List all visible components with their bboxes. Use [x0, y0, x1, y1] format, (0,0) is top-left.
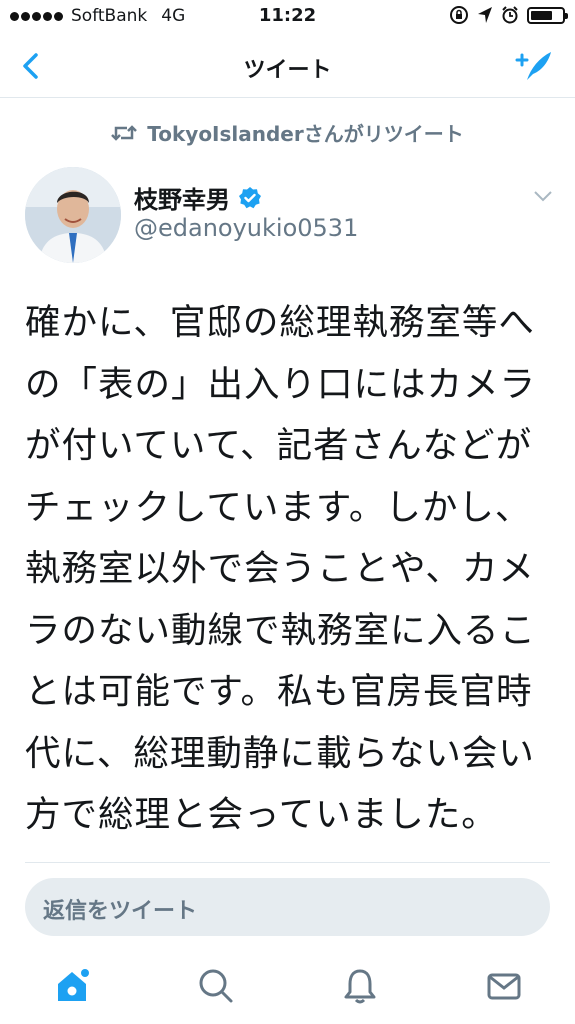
search-icon [199, 969, 233, 1003]
compose-tweet-icon [515, 52, 551, 80]
status-bar: SoftBank 4G 11:22 [0, 0, 575, 34]
tab-home[interactable] [52, 966, 92, 1006]
status-right [449, 5, 568, 25]
retweet-icon [111, 124, 138, 141]
tab-bar [0, 950, 575, 1024]
alarm-clock-icon [502, 6, 518, 24]
chevron-down-icon [534, 191, 552, 202]
battery-level-fill [531, 10, 552, 20]
retweeted-by-banner[interactable]: TokyoIslanderさんがリツイート [0, 118, 575, 147]
notifications-bell-icon [344, 969, 376, 1004]
tab-messages[interactable] [484, 966, 524, 1006]
avatar[interactable] [25, 167, 121, 263]
tab-notifications[interactable] [340, 966, 380, 1006]
retweeted-by-label: TokyoIslanderさんがリツイート [147, 122, 464, 146]
location-arrow-icon [478, 7, 492, 23]
compose-button[interactable] [513, 46, 555, 86]
home-icon [58, 969, 89, 1001]
author-display-name: 枝野幸男 [134, 186, 230, 214]
verified-badge-icon [239, 186, 261, 208]
tab-search[interactable] [196, 966, 236, 1006]
reply-placeholder: 返信をツイート [43, 899, 198, 924]
battery-icon [527, 6, 568, 24]
nav-bar: ツイート [0, 34, 575, 98]
tweet-text: 確かに、官邸の総理執務室等への「表の」出入り口にはカメラが付いていて、記者さんな… [25, 302, 537, 835]
page-title: ツイート [243, 58, 332, 83]
reply-input[interactable]: 返信をツイート [25, 878, 550, 936]
author-name[interactable]: 枝野幸男 [134, 180, 262, 215]
divider [25, 862, 550, 863]
tweet-options-button[interactable] [533, 188, 553, 202]
author-handle[interactable]: @edanoyukio0531 [134, 214, 358, 242]
rotation-lock-icon [450, 6, 468, 24]
messages-envelope-icon [487, 973, 521, 1000]
profile-photo [25, 167, 121, 263]
